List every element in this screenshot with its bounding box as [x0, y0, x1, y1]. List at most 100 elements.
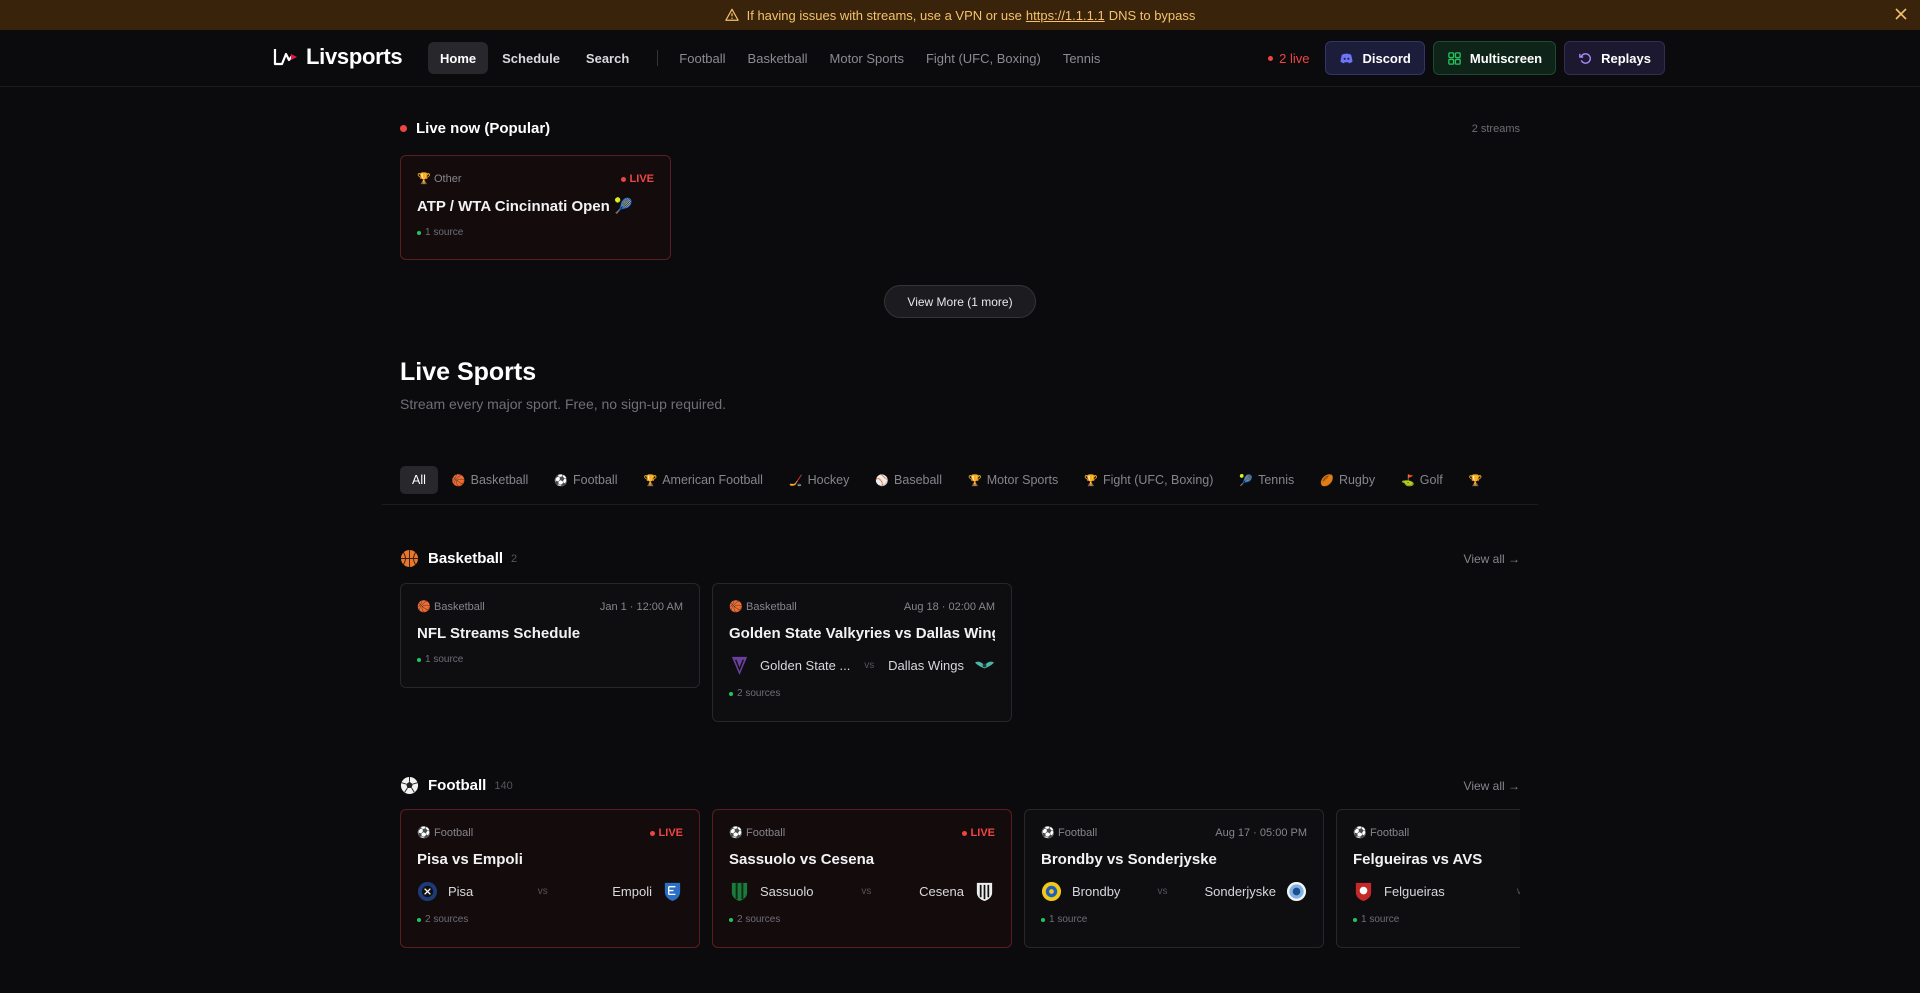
live-badge: LIVE — [658, 827, 683, 839]
card-sources: 1 source — [1049, 914, 1088, 925]
live-dot — [1268, 55, 1274, 61]
filter-label: All — [412, 473, 426, 487]
source-dot — [1041, 917, 1045, 922]
grid-icon — [1448, 51, 1461, 65]
trophy-icon: 🏆 — [643, 474, 658, 487]
vs-label: vs — [537, 886, 548, 897]
filter-football[interactable]: ⚽ Football — [542, 466, 629, 494]
football-icon: ⚽ — [1353, 827, 1367, 839]
live-count-text: 2 live — [1279, 50, 1310, 66]
filter-motor-sports[interactable]: 🏆 Motor Sports — [956, 466, 1070, 494]
page-subtitle: Stream every major sport. Free, no sign-… — [400, 396, 727, 412]
event-card-sassuolo-cesena[interactable]: ⚽ Football LIVE Sassuolo vs Cesena Sassuo… — [712, 809, 1012, 948]
card-title: Brondby vs Sonderjyske — [1041, 851, 1217, 868]
football-view-all[interactable]: View all → — [1464, 779, 1520, 793]
dns-link[interactable]: https://1.1.1.1 — [1026, 8, 1105, 23]
filter-basketball[interactable]: 🏀 Basketball — [440, 466, 540, 494]
card-time: Aug 18 · 02:00 AM — [903, 601, 995, 613]
filter-rugby[interactable]: 🏉 Rugby — [1308, 466, 1387, 494]
basketball-icon: 🏀 — [451, 474, 466, 487]
filter-fight[interactable]: 🏆 Fight (UFC, Boxing) — [1072, 466, 1225, 494]
away-team: Dallas Wings — [888, 658, 964, 673]
trophy-icon: 🏆 — [1084, 474, 1098, 487]
filter-golf[interactable]: ⛳ Golf — [1389, 466, 1455, 494]
card-sources: 2 sources — [737, 914, 781, 925]
nav-fight[interactable]: Fight (UFC, Boxing) — [915, 42, 1052, 74]
card-category: Football — [746, 827, 786, 839]
card-time: Jan 1 · 12:00 AM — [599, 601, 683, 613]
card-category: Football — [434, 827, 474, 839]
live-dot — [620, 176, 626, 182]
nav-tennis[interactable]: Tennis — [1052, 42, 1112, 74]
filter-label: American Football — [662, 473, 763, 487]
close-icon[interactable] — [1894, 7, 1908, 21]
basketball-icon: 🏀 — [729, 601, 743, 613]
nav-football[interactable]: Football — [668, 42, 736, 74]
discord-label: Discord — [1362, 50, 1411, 66]
basketball-view-all[interactable]: View all → — [1464, 552, 1520, 566]
vs-label: vs — [864, 660, 875, 671]
filter-baseball[interactable]: ⚾ Baseball — [863, 466, 954, 494]
card-sources: 2 sources — [737, 688, 781, 699]
multiscreen-label: Multiscreen — [1469, 50, 1543, 66]
vs-label: vs — [1157, 886, 1168, 897]
replays-button[interactable]: Replays — [1564, 41, 1665, 75]
filter-hockey[interactable]: 🏒 Hockey — [777, 466, 861, 494]
football-cards-row: ⚽ Football LIVE Pisa vs Empoli Pisa vs Em… — [400, 808, 1520, 948]
logo-icon — [273, 49, 297, 66]
nav-divider — [657, 50, 659, 66]
basketball-section-header: Basketball 2 — [400, 549, 517, 568]
event-card-valkyries-wings[interactable]: 🏀 Basketball Aug 18 · 02:00 AM Golden Sta… — [712, 583, 1012, 722]
event-card-brondby-sonderjyske[interactable]: ⚽ Football Aug 17 · 05:00 PM Brondby vs S… — [1024, 809, 1324, 948]
live-badge: LIVE — [970, 827, 995, 839]
source-dot — [729, 691, 733, 696]
nav-home[interactable]: Home — [428, 42, 489, 74]
vs-label: vs — [861, 886, 872, 897]
filter-all[interactable]: All — [400, 466, 438, 494]
away-team: Empoli — [612, 884, 652, 899]
home-team: Felgueiras — [1384, 884, 1445, 899]
brand[interactable]: Livsports — [272, 44, 403, 70]
football-section-header: Football 140 — [400, 776, 513, 795]
tennis-icon: 🎾 — [1239, 474, 1254, 487]
filter-label: Tennis — [1258, 473, 1295, 487]
discord-icon — [1340, 53, 1354, 63]
filter-label: Basketball — [470, 473, 529, 487]
event-card-pisa-empoli[interactable]: ⚽ Football LIVE Pisa vs Empoli Pisa vs Em… — [400, 809, 700, 948]
vs-label: vs — [1516, 886, 1520, 897]
live-now-count: 2 streams — [1471, 123, 1520, 135]
filter-american-football[interactable]: 🏆 American Football — [631, 466, 774, 494]
section-title: Football — [428, 777, 487, 794]
nav-motor-sports[interactable]: Motor Sports — [819, 42, 915, 74]
section-count: 2 — [511, 552, 518, 565]
filter-tennis[interactable]: 🎾 Tennis — [1227, 466, 1306, 494]
nav-search[interactable]: Search — [574, 42, 641, 74]
football-icon — [400, 776, 419, 795]
filter-label: Football — [573, 473, 618, 487]
event-card-felgueiras-avs[interactable]: ⚽ Football Felgueiras vs AVS Felgueiras v… — [1336, 809, 1520, 948]
live-card-cincinnati[interactable]: 🏆 Other LIVE ATP / WTA Cincinnati Open 🎾 … — [400, 155, 671, 260]
filter-more[interactable]: 🏆 — [1457, 466, 1500, 494]
card-sources: 1 source — [425, 227, 464, 238]
live-dot — [400, 125, 407, 132]
card-title: Felgueiras vs AVS — [1353, 851, 1483, 868]
nav-basketball[interactable]: Basketball — [737, 42, 819, 74]
view-more-button[interactable]: View More (1 more) — [884, 285, 1036, 318]
event-card-nfl-schedule[interactable]: 🏀 Basketball Jan 1 · 12:00 AM NFL Streams… — [400, 583, 700, 688]
nav-schedule[interactable]: Schedule — [490, 42, 572, 74]
card-category: Basketball — [434, 601, 485, 613]
source-dot — [1353, 917, 1357, 922]
replays-label: Replays — [1601, 50, 1651, 66]
card-title: NFL Streams Schedule — [417, 625, 581, 642]
sonderjyske-crest-icon — [1286, 881, 1307, 902]
filter-label: Baseball — [894, 473, 942, 487]
multiscreen-button[interactable]: Multiscreen — [1432, 41, 1557, 75]
baseball-icon: ⚾ — [875, 474, 890, 487]
card-title: ATP / WTA Cincinnati Open 🎾 — [417, 198, 633, 215]
live-badge: LIVE — [629, 173, 654, 185]
card-category: Football — [1370, 827, 1410, 839]
discord-button[interactable]: Discord — [1325, 41, 1425, 75]
top-nav: Livsports Home Schedule Search Football … — [0, 30, 1920, 87]
live-now-title: Live now (Popular) — [416, 120, 551, 137]
section-count: 140 — [494, 779, 513, 792]
